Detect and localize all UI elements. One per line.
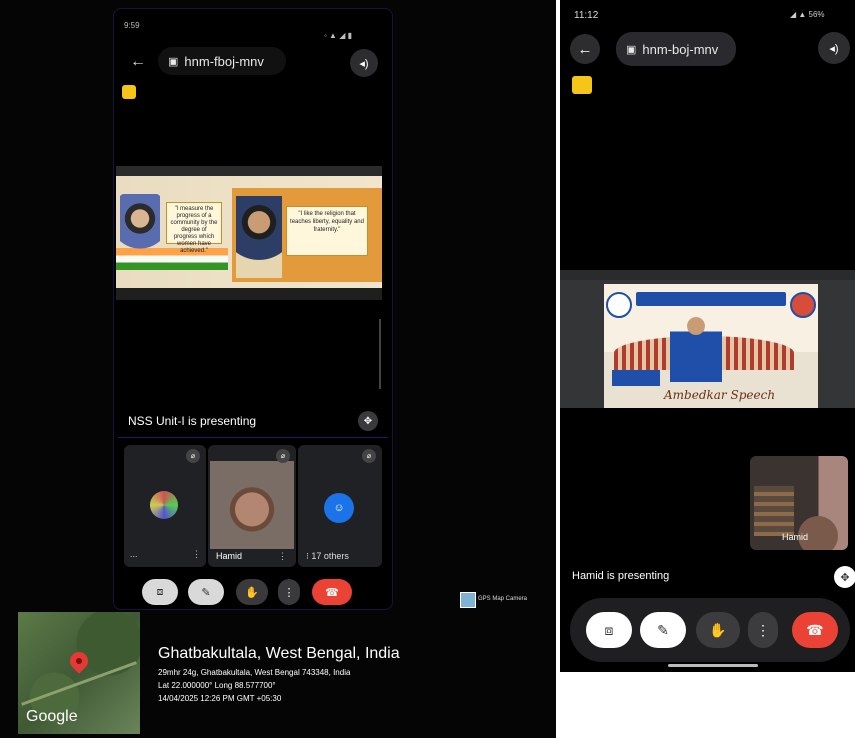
slide-image: Ambedkar Speech [604,284,818,408]
college-logo-icon [606,292,632,318]
meeting-code: hnm-boj-mnv [642,41,719,57]
location-coords: Lat 22.000000° Long 88.577700° [158,681,276,690]
shared-slide: "I measure the progress of a community b… [116,166,382,300]
end-call-button[interactable]: ☎ [792,612,838,648]
portrait-image [236,196,282,278]
mic-toggle-button[interactable]: ✎ [188,579,224,605]
phone-hangup-icon: ☎ [806,621,824,638]
location-title: Ghatbakultala, West Bengal, India [158,645,400,662]
slide-header-strip [636,292,786,306]
mic-off-icon: ✎ [657,621,669,638]
others-avatar-icon: ☺ [324,493,354,523]
avatar [150,491,178,519]
portrait-image [120,194,160,264]
mic-off-icon: ⌀ [362,449,376,463]
participant-name: ... [130,549,138,559]
status-icons: ◦ ▲ ◢ ▮ [324,31,352,40]
slide-quote-1: "I measure the progress of a community b… [166,202,222,254]
meeting-code: hnm-fboj-mnv [184,53,264,69]
speaker-icon[interactable]: ◂) [350,49,378,77]
status-time: 9:59 [124,21,140,30]
location-map-thumbnail: Google [18,612,140,734]
nss-logo-icon [790,292,816,318]
recording-badge-icon [572,76,592,94]
camera-toggle-button[interactable]: ⧈ [586,612,632,648]
calendar-icon: ▣ [626,43,637,56]
gps-camera-photo: 9:59 ◦ ▲ ◢ ▮ ← ▣ hnm-fboj-mnv ◂) NSS Uni… [0,0,556,738]
others-count: ⁝ 17 others [306,551,349,561]
presenting-label: Hamid is presenting [572,570,670,582]
slide-quote-2: "I like the religion that teaches libert… [286,206,368,256]
more-button[interactable]: ⋮ [278,579,300,605]
date-box [612,370,660,386]
scroll-track[interactable] [379,319,381,389]
hand-icon: ✋ [709,621,727,638]
raise-hand-button[interactable]: ✋ [696,612,740,648]
ambedkar-figure [670,312,722,382]
slide-bottom-strip [116,288,382,300]
self-view-name: Hamid [782,532,809,542]
more-options-icon[interactable]: ⋮ [192,549,201,560]
mic-toggle-button[interactable]: ✎ [640,612,686,648]
back-button[interactable]: ← [570,34,600,64]
speaker-icon: ◂) [829,42,839,55]
meet-screenshot: 11:12 ◢ ▲ 56% ← ▣ hnm-boj-mnv ◂) Ambedka… [560,0,855,672]
participant-name: Hamid [216,551,243,561]
gps-camera-brand: GPS Map Camera [478,596,528,602]
others-label: 17 others [311,551,349,561]
slide-subtitle: Ambedkar Speech [664,388,776,402]
more-options-icon[interactable]: ⋮ [278,551,287,562]
speaker-button[interactable]: ◂) [818,32,850,64]
calendar-icon: ▣ [168,55,179,68]
gps-camera-logo-icon [460,592,476,608]
raise-hand-button[interactable]: ✋ [236,579,268,605]
shared-slide: Ambedkar Speech [560,270,855,408]
back-arrow-icon[interactable]: ← [130,53,146,71]
participant-tile[interactable]: ⌀ ... ⋮ [124,445,206,567]
meeting-code-pill[interactable]: ▣ hnm-fboj-mnv [158,47,286,75]
status-right: ◢ ▲ 56% [790,10,825,19]
status-time: 11:12 [574,10,599,21]
hand-icon: ✋ [245,586,259,599]
camera-off-icon: ⧈ [156,585,164,598]
camera-off-icon: ⧈ [604,621,614,638]
participant-video [210,461,294,549]
map-pin-dot [76,658,82,664]
mic-off-icon: ✎ [201,586,211,599]
self-view-tile[interactable]: Hamid [750,456,848,550]
divider [118,437,388,438]
google-logo: Google [26,708,78,725]
meeting-code-pill[interactable]: ▣ hnm-boj-mnv [616,32,736,66]
participant-tile[interactable]: ⌀ Hamid ⋮ [208,445,296,567]
phone-hangup-icon: ☎ [325,586,339,599]
phone-screen-in-photo: 9:59 ◦ ▲ ◢ ▮ ← ▣ hnm-fboj-mnv ◂) NSS Uni… [113,8,393,610]
presenting-label: NSS Unit-I is presenting [128,414,257,428]
more-vertical-icon: ⋮ [756,621,770,638]
camera-toggle-button[interactable]: ⧈ [142,579,178,605]
home-indicator[interactable] [668,664,758,667]
pin-icon[interactable]: ✥ [834,566,855,588]
location-address: 29mhr 24g, Ghatbakultala, West Bengal 74… [158,668,351,677]
slide-toolbar [560,270,855,280]
participant-tile-others[interactable]: ⌀ ☺ ⁝ 17 others [298,445,382,567]
pin-icon[interactable]: ✥ [358,411,378,431]
back-arrow-icon: ← [577,40,593,58]
end-call-button[interactable]: ☎ [312,579,352,605]
more-vertical-icon: ⋮ [283,586,295,599]
mic-off-icon: ⌀ [186,449,200,463]
recording-badge-icon [122,85,136,99]
more-button[interactable]: ⋮ [748,612,778,648]
mic-off-icon: ⌀ [276,449,290,463]
bookshelf [754,486,794,536]
location-datetime: 14/04/2025 12:26 PM GMT +05:30 [158,694,282,703]
